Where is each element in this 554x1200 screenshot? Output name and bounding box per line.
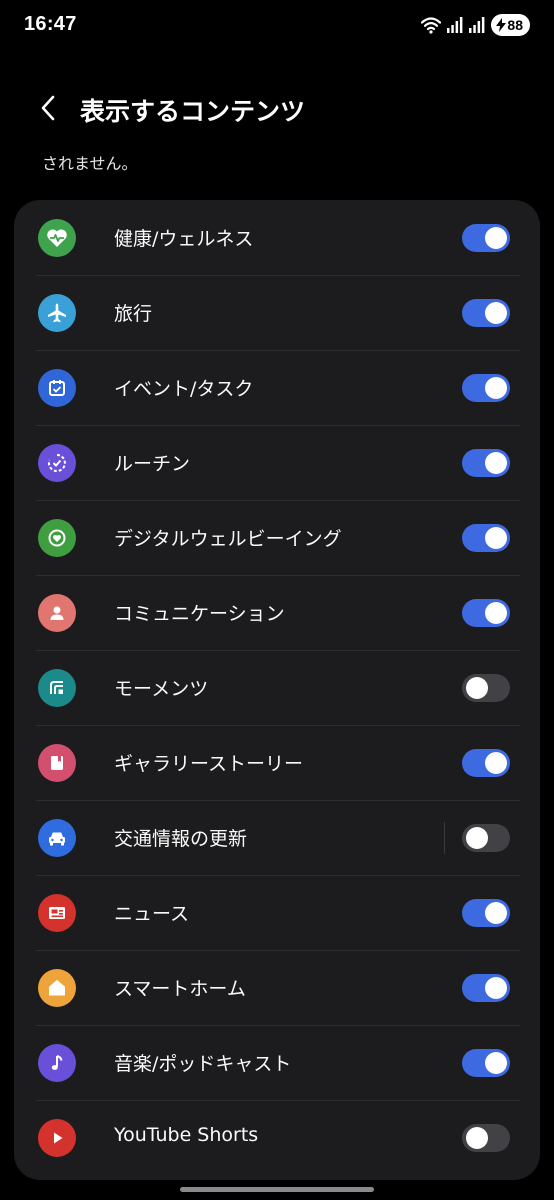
list-item-travel[interactable]: 旅行 — [14, 275, 540, 351]
list-item-label: コミュニケーション — [114, 603, 285, 625]
list-item-label: 健康/ウェルネス — [114, 228, 254, 250]
signal-icon — [469, 17, 485, 33]
separator — [444, 822, 445, 854]
chevron-left-icon — [39, 94, 57, 126]
toggle-switch[interactable] — [462, 749, 510, 777]
battery-level: 88 — [507, 17, 523, 33]
toggle-switch[interactable] — [462, 899, 510, 927]
list-item-youtube-shorts[interactable]: YouTube Shorts — [14, 1100, 540, 1175]
battery-charging-icon — [496, 18, 507, 32]
list-item-label: 交通情報の更新 — [114, 828, 248, 850]
news-icon — [38, 894, 76, 932]
battery-indicator: 88 — [491, 14, 530, 36]
music-note-icon — [38, 1044, 76, 1082]
toggle-switch[interactable] — [462, 374, 510, 402]
moments-icon — [38, 669, 76, 707]
car-icon — [38, 819, 76, 857]
toggle-switch[interactable] — [462, 974, 510, 1002]
gallery-icon — [38, 744, 76, 782]
status-icons: 88 — [421, 14, 530, 36]
list-item-music-podcast[interactable]: 音楽/ポッドキャスト — [14, 1025, 540, 1101]
signal-icon — [447, 17, 463, 33]
list-item-health[interactable]: 健康/ウェルネス — [14, 200, 540, 276]
toggle-switch[interactable] — [462, 224, 510, 252]
status-time: 16:47 — [24, 13, 77, 35]
page-title: 表示するコンテンツ — [80, 97, 306, 126]
list-item-label: モーメンツ — [114, 678, 209, 700]
list-item-communication[interactable]: コミュニケーション — [14, 575, 540, 651]
toggle-switch[interactable] — [462, 1049, 510, 1077]
list-item-label: デジタルウェルビーイング — [114, 528, 342, 550]
list-item-label: スマートホーム — [114, 978, 246, 1000]
home-indicator[interactable] — [180, 1187, 374, 1192]
play-icon — [38, 1119, 76, 1157]
list-item-gallery-stories[interactable]: ギャラリーストーリー — [14, 725, 540, 801]
calendar-check-icon — [38, 369, 76, 407]
subtitle: されません。 — [42, 154, 138, 173]
toggle-switch[interactable] — [462, 449, 510, 477]
person-icon — [38, 594, 76, 632]
routine-check-icon — [38, 444, 76, 482]
list-item-digital-wellbeing[interactable]: デジタルウェルビーイング — [14, 500, 540, 576]
home-icon — [38, 969, 76, 1007]
list-item-traffic[interactable]: 交通情報の更新 — [14, 800, 540, 876]
wifi-icon — [421, 16, 442, 34]
list-item-news[interactable]: ニュース — [14, 875, 540, 951]
content-list: 健康/ウェルネス 旅行 イベント/タスク ルーチン デジタルウェルビーイング コ… — [14, 200, 540, 1180]
list-item-label: ニュース — [114, 903, 190, 925]
list-item-label: 旅行 — [114, 303, 153, 325]
back-button[interactable] — [28, 88, 68, 132]
list-item-label: YouTube Shorts — [114, 1124, 259, 1146]
list-item-label: ギャラリーストーリー — [114, 753, 304, 775]
toggle-switch[interactable] — [462, 824, 510, 852]
heart-pulse-icon — [38, 219, 76, 257]
list-item-label: 音楽/ポッドキャスト — [114, 1053, 292, 1075]
status-bar: 16:47 88 — [0, 0, 554, 52]
toggle-switch[interactable] — [462, 524, 510, 552]
list-item-routines[interactable]: ルーチン — [14, 425, 540, 501]
toggle-switch[interactable] — [462, 1124, 510, 1152]
airplane-icon — [38, 294, 76, 332]
list-item-events[interactable]: イベント/タスク — [14, 350, 540, 426]
wellbeing-heart-icon — [38, 519, 76, 557]
list-item-moments[interactable]: モーメンツ — [14, 650, 540, 726]
toggle-switch[interactable] — [462, 599, 510, 627]
list-item-label: ルーチン — [114, 453, 191, 475]
toggle-switch[interactable] — [462, 674, 510, 702]
toggle-switch[interactable] — [462, 299, 510, 327]
list-item-smart-home[interactable]: スマートホーム — [14, 950, 540, 1026]
list-item-label: イベント/タスク — [114, 378, 254, 400]
header: 表示するコンテンツ — [0, 80, 554, 140]
